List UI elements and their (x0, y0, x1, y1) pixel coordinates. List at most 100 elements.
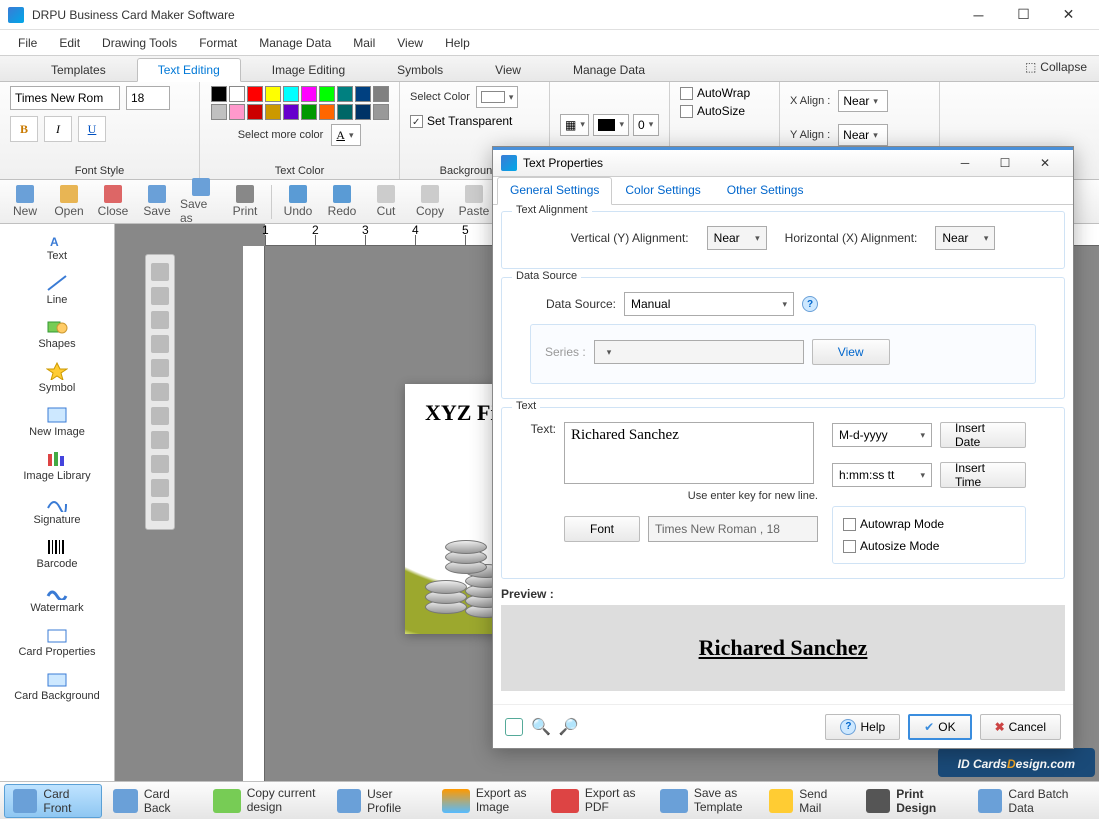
date-format-combo[interactable]: M-d-yyyy (832, 423, 932, 447)
menu-format[interactable]: Format (189, 32, 247, 54)
xalign-combo[interactable]: Near (838, 90, 888, 112)
dialog-maximize[interactable]: ☐ (985, 149, 1025, 177)
zoom-out-icon[interactable]: 🔍 (531, 717, 551, 737)
bbtn-print-design[interactable]: Print Design (857, 784, 967, 818)
sidetool-5[interactable] (151, 359, 169, 377)
font-button[interactable]: Font (564, 516, 640, 542)
dtab-general[interactable]: General Settings (497, 177, 612, 205)
swatch[interactable] (337, 86, 353, 102)
swatch[interactable] (373, 104, 389, 120)
bbtn-send-mail[interactable]: Send Mail (760, 784, 855, 818)
swatch[interactable] (211, 86, 227, 102)
autosize-checkbox[interactable]: AutoSize (680, 104, 745, 118)
tool-image-library[interactable]: Image Library (0, 444, 114, 488)
tool-line[interactable]: Line (0, 268, 114, 312)
insert-date-button[interactable]: Insert Date (940, 422, 1026, 448)
tab-image-editing[interactable]: Image Editing (251, 58, 366, 81)
sidetool-6[interactable] (151, 383, 169, 401)
menu-file[interactable]: File (8, 32, 47, 54)
border-style[interactable]: ▦ (560, 114, 589, 136)
autowrap-checkbox[interactable]: AutoWrap (680, 86, 750, 100)
zoom-fit-icon[interactable] (505, 718, 523, 736)
view-button[interactable]: View (812, 339, 890, 365)
tool-new-image[interactable]: New Image (0, 400, 114, 444)
bbtn-export-pdf[interactable]: Export as PDF (542, 784, 649, 818)
sidetool-4[interactable] (151, 335, 169, 353)
menu-manage-data[interactable]: Manage Data (249, 32, 341, 54)
italic-button[interactable]: I (44, 116, 72, 142)
swatch[interactable] (301, 86, 317, 102)
tool-watermark[interactable]: Watermark (0, 576, 114, 620)
tool-shapes[interactable]: Shapes (0, 312, 114, 356)
dtab-other[interactable]: Other Settings (714, 177, 817, 204)
dtab-color[interactable]: Color Settings (612, 177, 713, 204)
bbtn-card-front[interactable]: Card Front (4, 784, 102, 818)
tab-view[interactable]: View (474, 58, 542, 81)
font-name-select[interactable] (10, 86, 120, 110)
transparent-checkbox[interactable]: Set Transparent (410, 114, 512, 128)
tool-barcode[interactable]: Barcode (0, 532, 114, 576)
sidetool-8[interactable] (151, 431, 169, 449)
dialog-minimize[interactable]: ─ (945, 149, 985, 177)
swatch[interactable] (319, 104, 335, 120)
swatch[interactable] (247, 86, 263, 102)
series-combo[interactable] (594, 340, 804, 364)
border-color[interactable] (593, 114, 629, 136)
border-size[interactable]: 0 (633, 114, 659, 136)
dialog-titlebar[interactable]: Text Properties ─ ☐ ✕ (493, 147, 1073, 177)
maximize-button[interactable]: ☐ (1001, 0, 1046, 30)
swatch[interactable] (319, 86, 335, 102)
swatch[interactable] (211, 104, 227, 120)
bbtn-card-batch[interactable]: Card Batch Data (969, 784, 1095, 818)
bbtn-export-image[interactable]: Export as Image (433, 784, 540, 818)
datasource-combo[interactable]: Manual (624, 292, 794, 316)
color-swatches[interactable] (211, 86, 389, 120)
swatch[interactable] (373, 86, 389, 102)
halign-combo[interactable]: Near (935, 226, 995, 250)
cancel-button[interactable]: ✖Cancel (980, 714, 1061, 740)
time-format-combo[interactable]: h:mm:ss tt (832, 463, 932, 487)
insert-time-button[interactable]: Insert Time (940, 462, 1026, 488)
bbtn-save-template[interactable]: Save as Template (651, 784, 758, 818)
collapse-button[interactable]: ⬚Collapse (1025, 60, 1087, 74)
ok-button[interactable]: ✔OK (908, 714, 971, 740)
sidetool-10[interactable] (151, 479, 169, 497)
swatch[interactable] (265, 104, 281, 120)
bbtn-copy-design[interactable]: Copy current design (204, 784, 326, 818)
menu-help[interactable]: Help (435, 32, 480, 54)
tb-paste[interactable]: Paste (453, 185, 495, 218)
swatch[interactable] (283, 104, 299, 120)
tb-save[interactable]: Save (136, 185, 178, 218)
close-button[interactable]: ✕ (1046, 0, 1091, 30)
tb-copy[interactable]: Copy (409, 185, 451, 218)
swatch[interactable] (229, 104, 245, 120)
bbtn-user-profile[interactable]: User Profile (328, 784, 431, 818)
text-textarea[interactable] (564, 422, 814, 484)
zoom-in-icon[interactable]: 🔎 (559, 717, 579, 737)
tb-saveas[interactable]: Save as (180, 178, 222, 225)
sidetool-9[interactable] (151, 455, 169, 473)
swatch[interactable] (337, 104, 353, 120)
swatch[interactable] (283, 86, 299, 102)
help-icon[interactable]: ? (802, 296, 818, 312)
menu-drawing-tools[interactable]: Drawing Tools (92, 32, 187, 54)
autosize-mode-cb[interactable]: Autosize Mode (843, 539, 1015, 553)
dialog-close[interactable]: ✕ (1025, 149, 1065, 177)
sidetool-7[interactable] (151, 407, 169, 425)
bold-button[interactable]: B (10, 116, 38, 142)
menu-edit[interactable]: Edit (49, 32, 90, 54)
tb-close[interactable]: Close (92, 185, 134, 218)
more-color-picker[interactable]: A (331, 124, 361, 146)
sidetool-11[interactable] (151, 503, 169, 521)
tb-redo[interactable]: Redo (321, 185, 363, 218)
sidetool-2[interactable] (151, 287, 169, 305)
menu-view[interactable]: View (387, 32, 433, 54)
help-button[interactable]: ?Help (825, 714, 900, 740)
swatch[interactable] (229, 86, 245, 102)
tab-manage-data[interactable]: Manage Data (552, 58, 666, 81)
sidetool-1[interactable] (151, 263, 169, 281)
swatch[interactable] (301, 104, 317, 120)
swatch[interactable] (355, 86, 371, 102)
swatch[interactable] (265, 86, 281, 102)
underline-button[interactable]: U (78, 116, 106, 142)
